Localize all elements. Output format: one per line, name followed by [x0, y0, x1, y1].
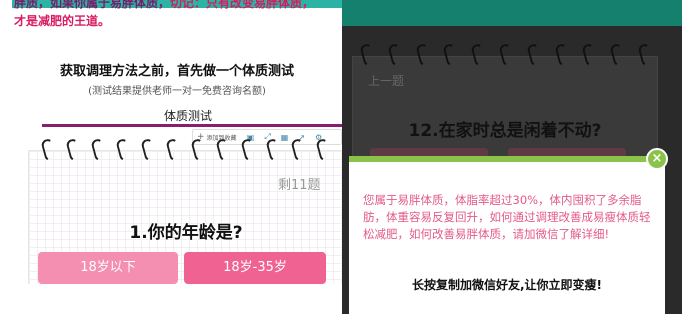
tab-constitution-test[interactable]: 体质测试 — [164, 107, 212, 124]
intro-line-2: 才是减肥的王道。 — [14, 14, 111, 28]
intro-line-1: 胖质，如果你属于易胖体质，切记：只有改变易胖体质， — [14, 0, 342, 12]
ring-icon — [442, 42, 460, 68]
previous-question-link[interactable]: 上一题 — [368, 72, 404, 89]
quiz-page-left: 胖质，如果你属于易胖体质，切记：只有改变易胖体质， 才是减肥的王道。 获取调理方… — [12, 0, 342, 284]
page-subtitle: (测试结果提供老师一对一免费咨询名额) — [88, 86, 266, 97]
ring-icon — [164, 137, 183, 163]
ring-icon — [470, 42, 488, 68]
ring-icon — [359, 42, 377, 68]
intro-text-a: 胖质， — [14, 0, 51, 10]
ring-icon — [289, 137, 308, 163]
ring-icon — [139, 137, 158, 163]
ring-icon — [64, 137, 83, 163]
page-title: 获取调理方法之前，首先做一个体质测试 — [59, 64, 294, 79]
result-text: 您属于易胖体质，体脂率超过30%，体内囤积了多余脂肪，体重容易反复回升，如何通过… — [363, 193, 651, 241]
top-bar-dimmed — [342, 0, 682, 26]
option-18-35-button[interactable]: 18岁-35岁 — [184, 252, 326, 284]
intro-emphasis: 切记：只有改变易胖体质， — [170, 0, 315, 10]
ring-icon — [239, 137, 258, 163]
question-text-dimmed: 12.在家时总是闲着不动? — [408, 121, 602, 141]
ring-icon — [609, 42, 627, 68]
tab-underline — [42, 124, 342, 127]
ring-icon — [387, 42, 405, 68]
ring-icon — [264, 137, 283, 163]
ring-icon — [637, 42, 655, 68]
ring-icon — [414, 42, 433, 68]
ring-icon — [214, 137, 233, 163]
ring-icon — [498, 42, 516, 68]
ring-icon — [89, 137, 108, 163]
ring-icon — [39, 137, 58, 163]
remaining-count: 剩11题 — [278, 178, 321, 193]
result-modal: 您属于易胖体质，体脂率超过30%，体内囤积了多余脂肪，体重容易反复回升，如何通过… — [349, 156, 665, 314]
quiz-page-right: 上一题 12.在家时总是闲着不动? 您属于易胖体质，体脂率超过30%，体内囤积了… — [342, 0, 682, 314]
ring-icon — [314, 137, 333, 163]
screenshot-stage: 胖质，如果你属于易胖体质，切记：只有改变易胖体质， 才是减肥的王道。 获取调理方… — [0, 0, 682, 314]
question-text: 1.你的年龄是? — [129, 223, 243, 243]
ring-icon — [526, 42, 544, 68]
wechat-cta-text[interactable]: 长按复制加微信好友,让你立即变瘦! — [349, 276, 665, 293]
ring-icon — [553, 42, 572, 68]
intro-header: 胖质，如果你属于易胖体质，切记：只有改变易胖体质， 才是减肥的王道。 — [14, 0, 342, 30]
ring-icon — [189, 137, 208, 163]
close-icon[interactable]: × — [646, 148, 668, 170]
ring-icon — [581, 42, 600, 68]
notebook-rings — [28, 137, 342, 167]
intro-text-b: 如果你属于易胖体质， — [50, 0, 171, 10]
ring-icon — [114, 137, 133, 163]
option-under-18-button[interactable]: 18岁以下 — [38, 252, 178, 284]
notebook-rings-dimmed — [354, 42, 660, 72]
